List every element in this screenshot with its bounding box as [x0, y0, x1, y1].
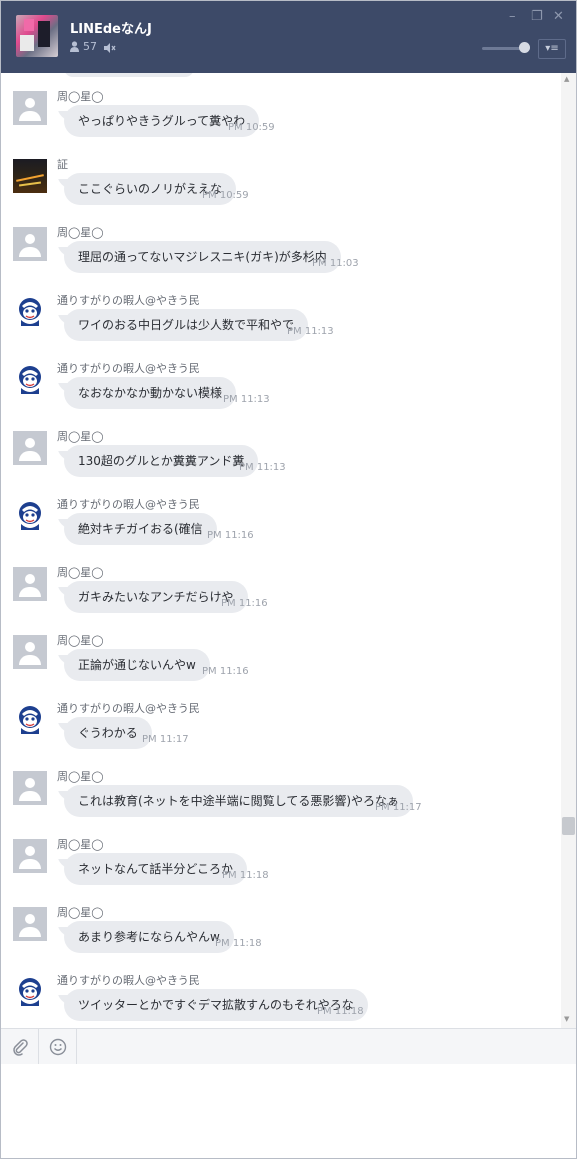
avatar[interactable] — [13, 703, 47, 737]
message-bubble[interactable]: 絶対キチガイおる(確信 — [64, 513, 217, 545]
message-time: PM 10:59 — [202, 190, 249, 201]
avatar[interactable] — [13, 227, 47, 261]
sender-name: 証 — [57, 158, 68, 171]
group-avatar[interactable] — [16, 15, 58, 57]
message-bubble[interactable]: ぐうわかる — [64, 717, 152, 749]
chat-window: LINEdeなんJ 57 – ❐ ✕ ▾≡ 周◯星◯ やっぱりやきうグルって糞やわ… — [0, 0, 577, 1159]
emoji-button[interactable] — [39, 1029, 77, 1064]
message-row: 周◯星◯ ガキみたいなアンチだらけや PM 11:16 — [1, 566, 561, 627]
message-bubble[interactable]: 正論が通じないんやw — [64, 649, 210, 681]
menu-button[interactable]: ▾≡ — [538, 39, 566, 59]
maximize-button[interactable]: ❐ — [531, 10, 543, 23]
title-bar[interactable]: LINEdeなんJ 57 – ❐ ✕ ▾≡ — [1, 1, 576, 73]
chat-title: LINEdeなんJ — [70, 22, 152, 37]
avatar[interactable] — [13, 295, 47, 329]
avatar[interactable] — [13, 499, 47, 533]
avatar[interactable] — [13, 771, 47, 805]
sender-name: 周◯星◯ — [57, 838, 104, 851]
scroll-down-arrow[interactable]: ▼ — [564, 1015, 569, 1023]
message-list[interactable]: 周◯星◯ やっぱりやきうグルって糞やわ PM 10:59 証ここぐらいのノリがええな P… — [1, 73, 576, 1028]
sender-name: 周◯星◯ — [57, 770, 104, 783]
message-row: 通りすがりの暇人@やきう民なおなかなか動かない模様 PM 11:13 — [1, 362, 561, 423]
attach-button[interactable] — [1, 1029, 39, 1064]
member-count-value: 57 — [83, 40, 97, 53]
message-row: 通りすがりの暇人@やきう民絶対キチガイおる(確信 PM 11:16 — [1, 498, 561, 559]
speaker-muted-icon — [104, 43, 116, 53]
message-time: PM 11:13 — [287, 326, 334, 337]
member-count[interactable]: 57 — [70, 40, 97, 53]
message-row: 周◯星◯ 130超のグルとか糞糞アンド糞 PM 11:13 — [1, 430, 561, 491]
sender-name: 通りすがりの暇人@やきう民 — [57, 294, 200, 307]
sender-name: 周◯星◯ — [57, 226, 104, 239]
scroll-up-arrow[interactable]: ▲ — [564, 75, 569, 83]
message-row: 通りすがりの暇人@やきう民 ツイッターとかですぐデマ拡散すんのもそれやろな PM 1… — [1, 974, 561, 1028]
scrollbar-thumb[interactable] — [562, 817, 575, 835]
paperclip-icon — [12, 1038, 28, 1056]
message-bubble-partial — [64, 73, 194, 77]
message-time: PM 11:18 — [317, 1006, 364, 1017]
message-row: 周◯星◯ これは教育(ネットを中途半端に閲覧してる悪影響)やろなぁ PM 11:17 — [1, 770, 561, 831]
message-row: 通りすがりの暇人@やきう民ぐうわかる PM 11:17 — [1, 702, 561, 763]
sender-name: 通りすがりの暇人@やきう民 — [57, 498, 200, 511]
message-time: PM 11:13 — [239, 462, 286, 473]
message-row: 周◯星◯ 正論が通じないんやw PM 11:16 — [1, 634, 561, 695]
sender-name: 周◯星◯ — [57, 906, 104, 919]
minimize-button[interactable]: – — [509, 10, 516, 23]
avatar[interactable] — [13, 567, 47, 601]
sender-name: 通りすがりの暇人@やきう民 — [57, 702, 200, 715]
message-time: PM 11:17 — [375, 802, 422, 813]
sender-name: 通りすがりの暇人@やきう民 — [57, 974, 200, 987]
menu-icon: ▾≡ — [545, 43, 559, 54]
message-time: PM 11:16 — [221, 598, 268, 609]
message-bubble[interactable]: ワイのおる中日グルは少人数で平和やで — [64, 309, 309, 341]
message-bubble[interactable]: これは教育(ネットを中途半端に閲覧してる悪影響)やろなぁ — [64, 785, 414, 817]
message-row: 周◯星◯ 理屈の通ってないマジレスニキ(ガキ)が多杉内 PM 11:03 — [1, 226, 561, 287]
message-time: PM 11:18 — [222, 870, 269, 881]
message-bubble[interactable]: あまり参考にならんやんw — [64, 921, 234, 953]
message-row: 周◯星◯ あまり参考にならんやんw PM 11:18 — [1, 906, 561, 967]
message-time: PM 11:16 — [207, 530, 254, 541]
message-row: 通りすがりの暇人@やきう民ワイのおる中日グルは少人数で平和やで PM 11:13 — [1, 294, 561, 355]
avatar[interactable] — [13, 635, 47, 669]
message-row: 周◯星◯ やっぱりやきうグルって糞やわ PM 10:59 — [1, 90, 561, 151]
message-bubble[interactable]: ガキみたいなアンチだらけや — [64, 581, 248, 613]
message-row: 周◯星◯ ネットなんて話半分どころか PM 11:18 — [1, 838, 561, 899]
compose-toolbar — [1, 1028, 576, 1065]
sender-name: 通りすがりの暇人@やきう民 — [57, 362, 200, 375]
sender-name: 周◯星◯ — [57, 634, 104, 647]
message-bubble[interactable]: ネットなんて話半分どころか — [64, 853, 248, 885]
message-time: PM 11:17 — [142, 734, 189, 745]
sender-name: 周◯星◯ — [57, 90, 104, 103]
avatar[interactable] — [13, 91, 47, 125]
person-icon — [70, 41, 79, 52]
close-button[interactable]: ✕ — [553, 10, 564, 23]
message-time: PM 11:16 — [202, 666, 249, 677]
avatar[interactable] — [13, 431, 47, 465]
volume-slider-handle[interactable] — [519, 42, 530, 53]
message-bubble[interactable]: 理屈の通ってないマジレスニキ(ガキ)が多杉内 — [64, 241, 341, 273]
scrollbar[interactable]: ▲ ▼ — [561, 73, 576, 1028]
avatar[interactable] — [13, 907, 47, 941]
message-bubble[interactable]: 130超のグルとか糞糞アンド糞 — [64, 445, 259, 477]
message-time: PM 11:18 — [215, 938, 262, 949]
avatar[interactable] — [13, 159, 47, 193]
message-input[interactable] — [1, 1064, 576, 1158]
smiley-icon — [49, 1038, 66, 1055]
mute-toggle[interactable] — [103, 39, 116, 58]
message-time: PM 10:59 — [228, 122, 275, 133]
sender-name: 周◯星◯ — [57, 566, 104, 579]
avatar[interactable] — [13, 363, 47, 397]
sender-name: 周◯星◯ — [57, 430, 104, 443]
message-bubble[interactable]: なおなかなか動かない模様 — [64, 377, 237, 409]
message-time: PM 11:03 — [312, 258, 359, 269]
avatar[interactable] — [13, 839, 47, 873]
message-row: 証ここぐらいのノリがええな PM 10:59 — [1, 158, 561, 219]
avatar[interactable] — [13, 975, 47, 1009]
message-time: PM 11:13 — [223, 394, 270, 405]
